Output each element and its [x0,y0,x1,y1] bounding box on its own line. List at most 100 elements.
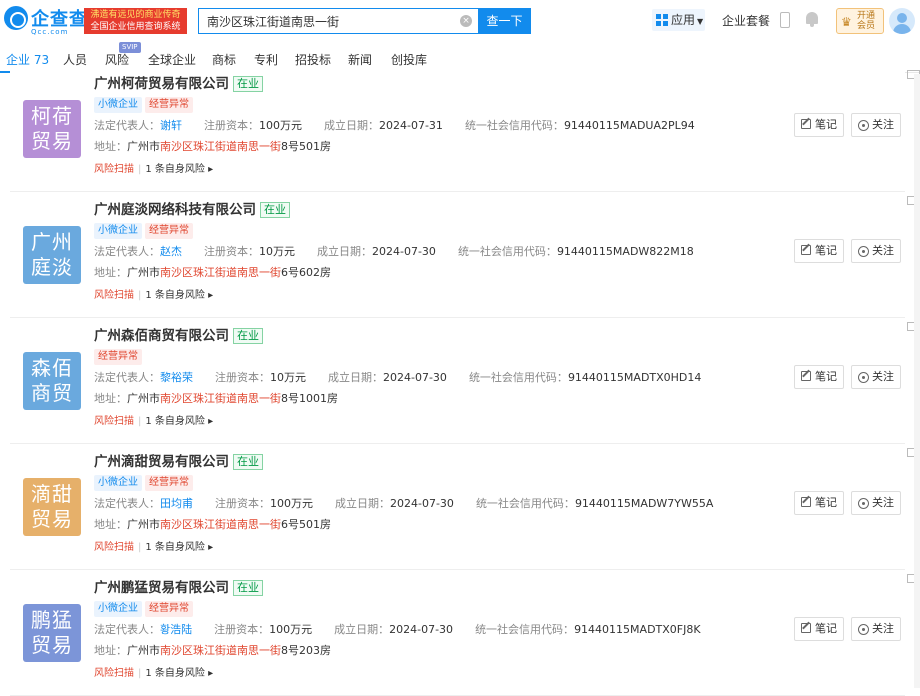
date-value: 2024-07-30 [383,371,447,384]
risk-scan[interactable]: 风险扫描 | 1 条自身风险 ▸ [94,664,213,679]
company-info-row: 法定代表人：谢轩 注册资本：100万元 成立日期：2024-07-31 统一社会信用代… [94,117,695,133]
date-value: 2024-07-31 [379,119,443,132]
follow-label: 关注 [872,118,894,131]
risk-count: 1 条自身风险 [145,416,205,427]
follow-button[interactable]: 关注 [851,239,901,263]
user-avatar[interactable] [889,8,915,34]
follow-button[interactable]: 关注 [851,113,901,137]
follow-label: 关注 [872,496,894,509]
address-prefix: 广州市 [127,644,160,657]
follow-label: 关注 [872,244,894,257]
bell-icon[interactable] [805,12,819,27]
credit-code-value: 91440115MADTX0HD14 [567,371,702,384]
vip-button[interactable]: ♛ 开通 会员 [836,8,884,34]
legal-rep-label: 法定代表人： [94,623,160,636]
apps-label: 应用 [671,13,696,27]
tag-abnormal-operation[interactable]: 经营异常 [145,223,193,239]
follow-icon [858,372,869,383]
follow-button[interactable]: 关注 [851,617,901,641]
company-card[interactable]: 鹏猛 贸易 广州鹏猛贸易有限公司 在业 小微企业 经营异常 法定代表人：황浩陆 注册资本：10… [10,570,920,696]
chevron-right-icon: ▸ [204,668,214,679]
tag-small-enterprise[interactable]: 小微企业 [94,601,142,617]
status-badge: 在业 [233,454,263,470]
legal-rep-link[interactable]: 황浩陆 [160,623,192,636]
address-highlight: 南沙区珠江街道南思一街 [160,140,281,153]
pen-icon [801,371,811,381]
search-input[interactable] [207,9,457,33]
legal-rep-link[interactable]: 黎裕荣 [160,371,193,384]
follow-button[interactable]: 关注 [851,365,901,389]
monogram-line-1: 森佰 [31,356,73,380]
monogram-line-2: 商贸 [31,381,73,405]
tag-small-enterprise[interactable]: 小微企业 [94,97,142,113]
risk-count: 1 条自身风险 [145,668,205,679]
risk-scan[interactable]: 风险扫描 | 1 条自身风险 ▸ [94,412,213,427]
qcc-logo[interactable]: 企查查 Qcc.com [4,6,87,38]
apps-menu-button[interactable]: 应用 ▼ [652,9,705,31]
company-monogram[interactable]: 鹏猛 贸易 [23,604,81,662]
monogram-line-2: 贸易 [31,633,73,657]
credit-code-value: 91440115MADUA2PL94 [563,119,695,132]
legal-rep-link[interactable]: 赵杰 [160,245,182,258]
company-address: 地址：广州市南沙区珠江街道南思一街6号602房 [94,264,331,280]
risk-scan[interactable]: 风险扫描 | 1 条自身风险 ▸ [94,286,213,301]
vip-label: 开通 会员 [857,11,876,31]
tag-abnormal-operation[interactable]: 经营异常 [145,97,193,113]
legal-rep-label: 法定代表人： [94,497,160,510]
address-label: 地址： [94,266,127,279]
company-monogram[interactable]: 滴甜 贸易 [23,478,81,536]
legal-rep-link[interactable]: 田均甫 [160,497,193,510]
follow-icon [858,498,869,509]
tag-abnormal-operation[interactable]: 经营异常 [145,601,193,617]
credit-code-value: 91440115MADW822M18 [556,245,694,258]
date-label: 成立日期： [328,371,383,384]
risk-count: 1 条自身风险 [145,164,205,175]
date-label: 成立日期： [334,623,390,636]
phone-icon[interactable] [780,12,790,28]
company-name[interactable]: 广州鹏猛贸易有限公司 在业 [94,576,263,596]
note-button[interactable]: 笔记 [794,365,844,389]
address-label: 地址： [94,518,127,531]
clear-icon[interactable]: × [460,15,472,27]
credit-code-label: 统一社会信用代码： [457,245,557,258]
risk-scan[interactable]: 风险扫描 | 1 条自身风险 ▸ [94,160,213,175]
scrollbar[interactable] [914,74,920,688]
company-card[interactable]: 滴甜 贸易 广州滴甜贸易有限公司 在业 小微企业 经营异常 法定代表人：田均甫 注册资本：10… [10,444,920,570]
note-button[interactable]: 笔记 [794,491,844,515]
tag-small-enterprise[interactable]: 小微企业 [94,223,142,239]
capital-label: 注册资本： [204,245,259,258]
follow-button[interactable]: 关注 [851,491,901,515]
capital-label: 注册资本： [215,371,270,384]
note-button[interactable]: 笔记 [794,617,844,641]
tag-small-enterprise[interactable]: 小微企业 [94,475,142,491]
company-monogram[interactable]: 广州 庭淡 [23,226,81,284]
company-name[interactable]: 广州滴甜贸易有限公司 在业 [94,450,263,470]
company-name[interactable]: 广州庭淡网络科技有限公司 在业 [94,198,290,218]
company-card[interactable]: 广州 庭淡 广州庭淡网络科技有限公司 在业 小微企业 经营异常 法定代表人：赵杰 注册资本：1… [10,192,920,318]
chevron-right-icon: ▸ [204,416,214,427]
tag-abnormal-operation[interactable]: 经营异常 [145,475,193,491]
note-button[interactable]: 笔记 [794,113,844,137]
address-highlight: 南沙区珠江街道南思一街 [160,266,281,279]
legal-rep-link[interactable]: 谢轩 [160,119,182,132]
slogan-banner[interactable]: 沸造有远见的商业传奇 全国企业信用查询系统 [84,8,187,34]
risk-scan[interactable]: 风险扫描 | 1 条自身风险 ▸ [94,538,213,553]
company-tags: 小微企业 经营异常 [94,222,196,239]
company-monogram[interactable]: 柯荷 贸易 [23,100,81,158]
pen-icon [801,623,811,633]
credit-code-label: 统一社会信用代码： [468,371,568,384]
svip-badge: SVIP [119,42,141,53]
note-button[interactable]: 笔记 [794,239,844,263]
company-card[interactable]: 柯荷 贸易 广州柯荷贸易有限公司 在业小微企业 经营异常法定代表人：谢轩 注册资本：100… [10,66,920,192]
credit-code-label: 统一社会信用代码： [475,497,575,510]
status-badge: 在业 [233,328,263,344]
address-prefix: 广州市 [127,518,160,531]
enterprise-plan-link[interactable]: 企业套餐 [722,12,770,29]
company-monogram[interactable]: 森佰 商贸 [23,352,81,410]
search-button[interactable]: 查一下 [478,8,531,34]
note-label: 笔记 [815,370,837,383]
company-name[interactable]: 广州柯荷贸易有限公司 在业 [94,72,263,92]
company-name[interactable]: 广州森佰商贸有限公司 在业 [94,324,263,344]
company-card[interactable]: 森佰 商贸 广州森佰商贸有限公司 在业 经营异常 法定代表人：黎裕荣 注册资本：10万元 成立… [10,318,920,444]
tag-abnormal-operation[interactable]: 经营异常 [94,349,142,365]
